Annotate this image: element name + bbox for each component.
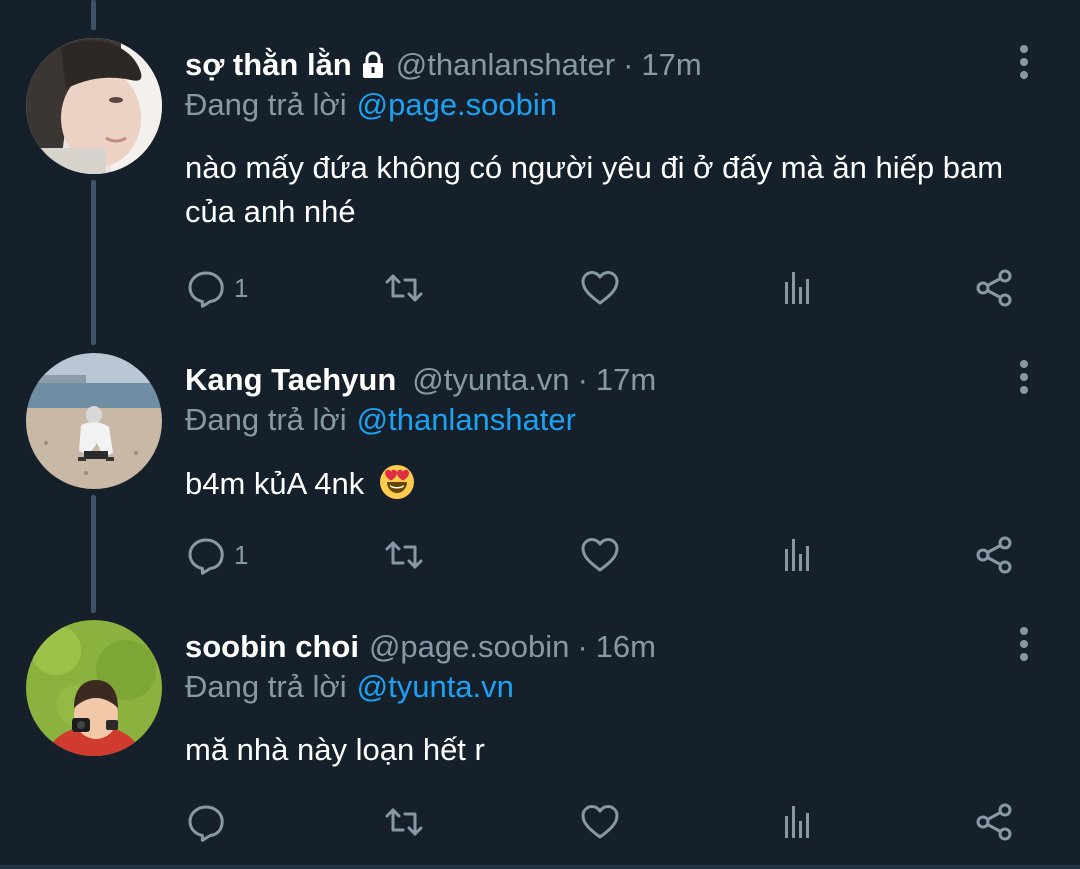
share-icon bbox=[974, 802, 1014, 842]
avatar[interactable] bbox=[26, 620, 162, 756]
replying-to: Đang trả lời @tyunta.vn bbox=[185, 669, 514, 705]
reply-button[interactable] bbox=[186, 802, 234, 842]
analytics-button[interactable] bbox=[777, 802, 817, 842]
tweet-text-line: mă nhà này loạn hết r bbox=[185, 732, 485, 767]
separator: · bbox=[577, 629, 588, 664]
action-bar bbox=[0, 802, 1080, 842]
analytics-icon bbox=[777, 802, 817, 842]
avatar-image bbox=[26, 620, 162, 756]
retweet-button[interactable] bbox=[384, 802, 424, 842]
reply-mention[interactable]: @tyunta.vn bbox=[357, 669, 514, 704]
tweet-3[interactable]: soobin choi @page.soobin · 16m Đang trả … bbox=[0, 0, 1080, 869]
share-button[interactable] bbox=[974, 802, 1014, 842]
user-handle[interactable]: @page.soobin bbox=[369, 629, 569, 665]
reply-icon bbox=[186, 802, 226, 842]
retweet-icon bbox=[384, 802, 424, 842]
like-icon bbox=[580, 802, 620, 842]
timestamp[interactable]: 16m bbox=[596, 629, 656, 665]
display-name[interactable]: soobin choi bbox=[185, 629, 359, 665]
divider bbox=[0, 865, 1080, 869]
like-button[interactable] bbox=[580, 802, 620, 842]
replying-label: Đang trả lời bbox=[185, 669, 347, 704]
more-options-icon[interactable] bbox=[1012, 627, 1036, 667]
tweet-header: soobin choi @page.soobin · 16m bbox=[185, 627, 656, 667]
tweet-text: mă nhà này loạn hết r bbox=[185, 728, 1045, 772]
